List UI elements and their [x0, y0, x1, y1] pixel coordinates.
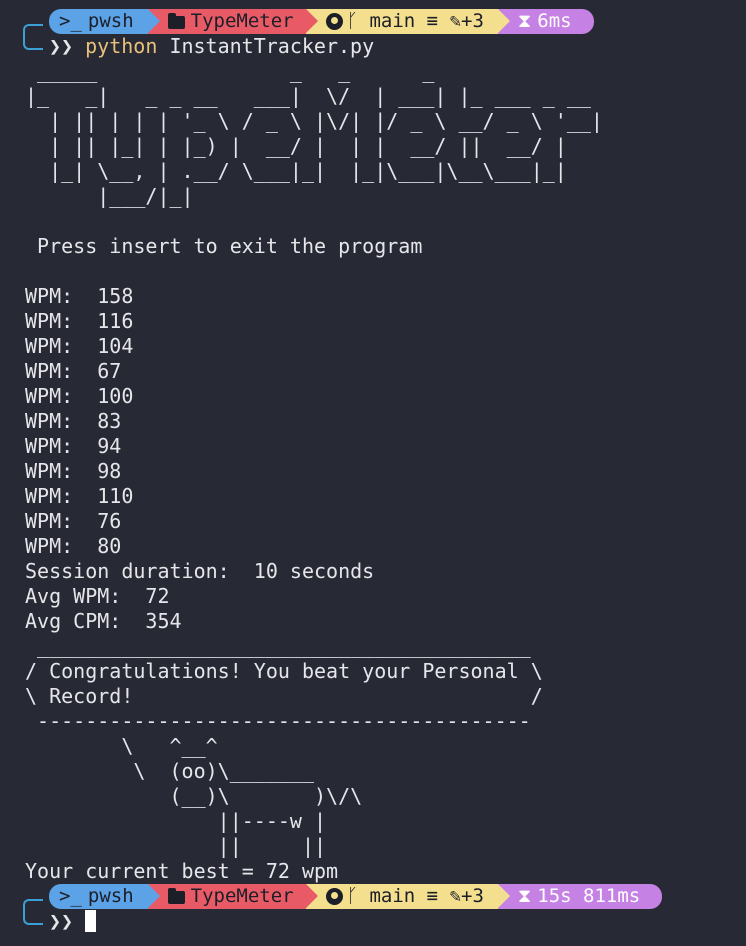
hourglass-icon: ⧗ — [517, 10, 532, 32]
wpm-label: WPM: — [25, 309, 98, 333]
branch-icon: ᚴ — [346, 10, 370, 32]
avg-cpm: Avg CPM: 354 — [25, 609, 182, 633]
github-icon — [325, 888, 343, 905]
wpm-value: 104 — [97, 334, 134, 358]
prompt-connector — [23, 24, 43, 50]
cowsay-message: ________________________________________… — [25, 634, 543, 858]
github-icon — [325, 13, 343, 30]
terminal-icon: >_ — [59, 885, 82, 907]
branch-icon: ᚴ — [346, 885, 370, 907]
prompt-bar: >_ pwsh TypeMeter ᚴ main ≡ ✎ +3 ⧗ 6ms — [49, 9, 746, 34]
input-line[interactable]: ❯❯ — [49, 909, 746, 934]
directory-segment: TypeMeter — [147, 9, 318, 34]
wpm-value: 80 — [97, 534, 122, 558]
prompt-bar-2: >_ pwsh TypeMeter ᚴ main ≡ ✎ +3 ⧗ 15s 811ms — [49, 884, 746, 909]
timing-segment: ⧗ 15s 811ms — [497, 884, 663, 909]
edit-icon: ✎ — [449, 885, 462, 907]
edit-icon: ✎ — [449, 10, 462, 32]
prompt-chevron: ❯❯ — [49, 909, 74, 933]
shell-name: pwsh — [87, 10, 134, 32]
wpm-value: 98 — [97, 459, 122, 483]
branch-status: ≡ — [426, 885, 439, 907]
wpm-label: WPM: — [25, 409, 98, 433]
wpm-reading: WPM: 104 — [25, 334, 746, 359]
wpm-value: 158 — [97, 284, 134, 308]
wpm-reading: WPM: 98 — [25, 459, 746, 484]
command-interpreter: python — [85, 34, 158, 58]
changes-count: +3 — [461, 885, 484, 907]
wpm-label: WPM: — [25, 284, 98, 308]
wpm-value: 100 — [97, 384, 134, 408]
branch-name: main — [369, 10, 416, 32]
wpm-value: 110 — [97, 484, 134, 508]
wpm-label: WPM: — [25, 459, 98, 483]
wpm-label: WPM: — [25, 334, 98, 358]
text-cursor — [85, 910, 97, 932]
wpm-reading: WPM: 83 — [25, 409, 746, 434]
branch-name: main — [369, 885, 416, 907]
wpm-reading: WPM: 94 — [25, 434, 746, 459]
wpm-readings: WPM: 158 WPM: 116 WPM: 104 WPM: 67 WPM: 100 W… — [25, 284, 746, 559]
directory-name: TypeMeter — [190, 10, 294, 32]
wpm-value: 94 — [97, 434, 122, 458]
terminal[interactable]: >_ pwsh TypeMeter ᚴ main ≡ ✎ +3 ⧗ 6ms ❯❯ py… — [23, 9, 746, 934]
wpm-reading: WPM: 76 — [25, 509, 746, 534]
command-args: InstantTracker.py — [169, 34, 375, 58]
git-segment: ᚴ main ≡ ✎ +3 — [305, 9, 510, 34]
wpm-reading: WPM: 158 — [25, 284, 746, 309]
changes-count: +3 — [461, 10, 484, 32]
shell-segment: >_ pwsh — [49, 9, 160, 34]
instruction-text: Press insert to exit the program — [25, 234, 423, 258]
session-duration: Session duration: 10 seconds — [25, 559, 375, 583]
wpm-label: WPM: — [25, 509, 98, 533]
wpm-label: WPM: — [25, 534, 98, 558]
hourglass-icon: ⧗ — [517, 885, 532, 907]
wpm-label: WPM: — [25, 434, 98, 458]
last-duration: 6ms — [537, 10, 572, 32]
git-segment: ᚴ main ≡ ✎ +3 — [305, 884, 510, 909]
command-line: ❯❯ python InstantTracker.py — [49, 34, 746, 59]
wpm-value: 83 — [97, 409, 122, 433]
terminal-icon: >_ — [59, 10, 82, 32]
wpm-reading: WPM: 100 — [25, 384, 746, 409]
wpm-label: WPM: — [25, 359, 98, 383]
directory-name: TypeMeter — [190, 885, 294, 907]
shell-name: pwsh — [87, 885, 134, 907]
wpm-reading: WPM: 67 — [25, 359, 746, 384]
wpm-label: WPM: — [25, 384, 98, 408]
directory-segment: TypeMeter — [147, 884, 318, 909]
wpm-reading: WPM: 80 — [25, 534, 746, 559]
branch-status: ≡ — [426, 10, 439, 32]
last-duration: 15s 811ms — [537, 885, 641, 907]
current-best: Your current best = 72 wpm — [25, 859, 339, 883]
timing-segment: ⧗ 6ms — [497, 9, 594, 34]
avg-wpm: Avg WPM: 72 — [25, 584, 170, 608]
wpm-label: WPM: — [25, 484, 98, 508]
wpm-reading: WPM: 116 — [25, 309, 746, 334]
shell-segment: >_ pwsh — [49, 884, 160, 909]
wpm-reading: WPM: 110 — [25, 484, 746, 509]
folder-icon — [167, 888, 185, 904]
wpm-value: 67 — [97, 359, 122, 383]
folder-icon — [167, 13, 185, 29]
wpm-value: 76 — [97, 509, 122, 533]
ascii-banner: _____ _ _ _ |_ _| _ _ __ ___| \/ | ___| … — [25, 59, 603, 208]
prompt-chevron: ❯❯ — [49, 34, 74, 58]
wpm-value: 116 — [97, 309, 134, 333]
prompt-connector — [23, 899, 43, 925]
